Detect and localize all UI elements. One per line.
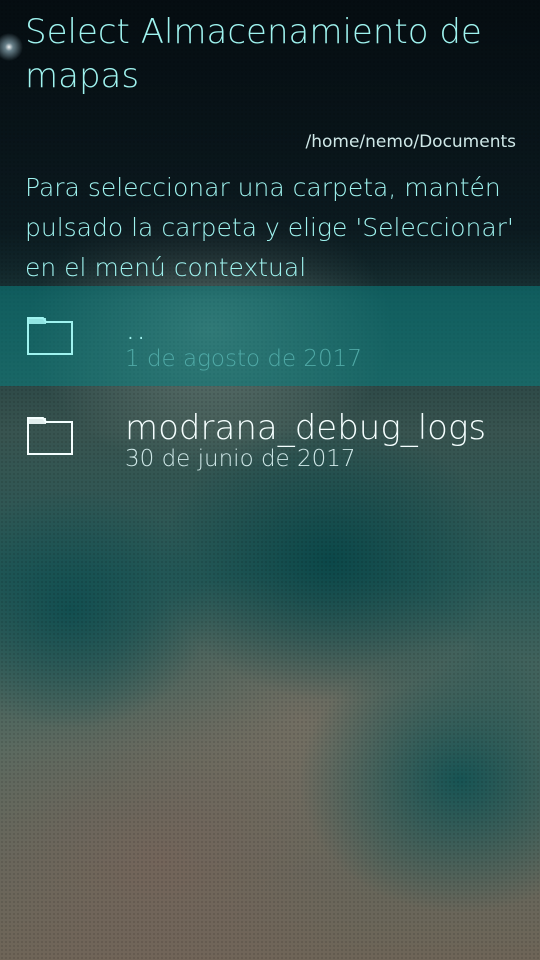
folder-item-modrana-debug-logs[interactable]: modrana_debug_logs 30 de junio de 2017 [0,386,540,486]
page-title: Select Almacenamiento de mapas [25,12,482,96]
folder-icon [27,317,73,355]
folder-date: 30 de junio de 2017 [125,446,356,472]
instruction-text: Para seleccionar una carpeta, mantén pul… [25,173,514,282]
folder-icon [27,417,73,455]
folder-name: .. [125,308,147,348]
current-path: /home/nemo/Documents [305,132,517,152]
pulley-indicator [0,32,24,62]
page-header: Select Almacenamiento de mapas [25,10,520,98]
folder-list: .. 1 de agosto de 2017 modrana_debug_log… [0,286,540,486]
folder-item-parent[interactable]: .. 1 de agosto de 2017 [0,286,540,386]
folder-name: modrana_debug_logs [125,408,487,448]
folder-date: 1 de agosto de 2017 [125,346,362,372]
